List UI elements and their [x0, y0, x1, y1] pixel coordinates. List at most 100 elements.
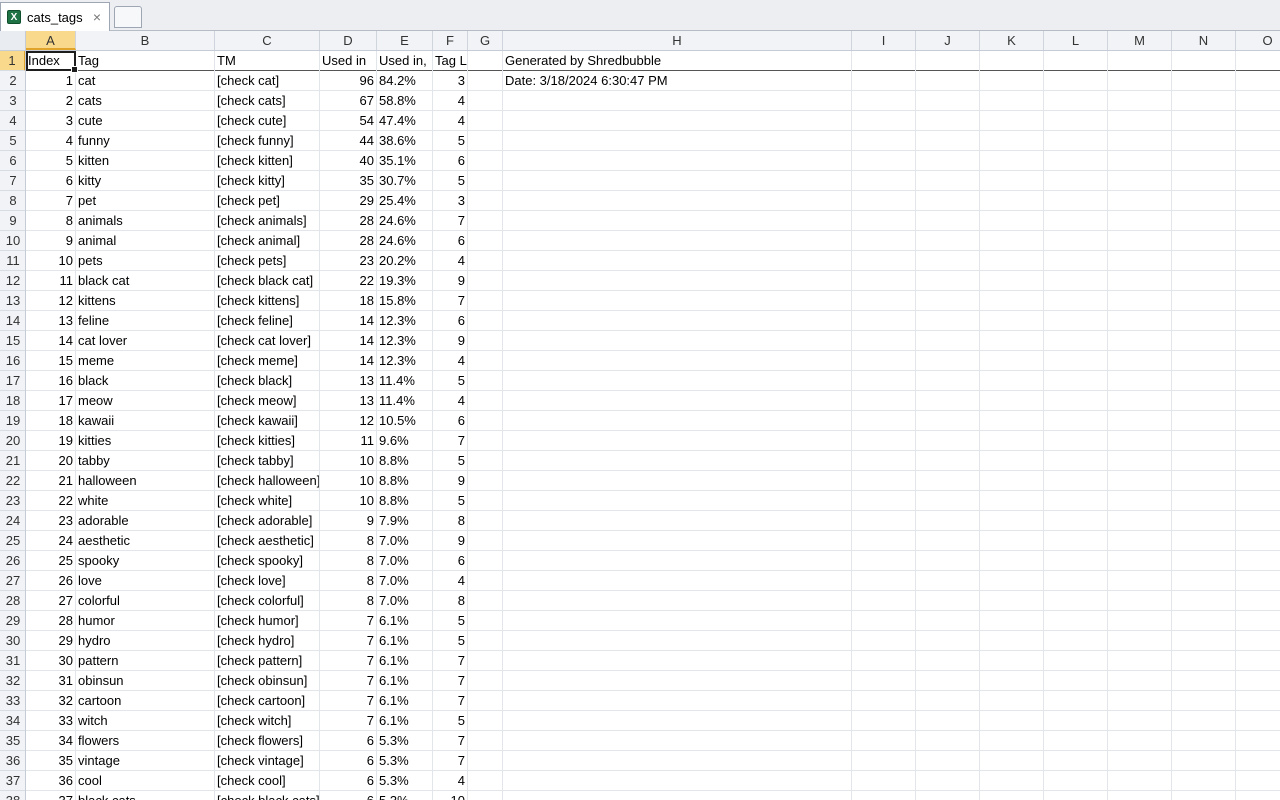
used-in-percent-cell[interactable]: 6.1%	[377, 711, 432, 730]
row-header[interactable]: 25	[0, 531, 25, 551]
column-header-h[interactable]: H	[503, 31, 852, 50]
date-cell[interactable]: Date: 3/18/2024 6:30:47 PM	[503, 71, 851, 90]
index-cell[interactable]: 8	[26, 211, 75, 230]
select-all-corner[interactable]	[0, 31, 26, 50]
tag-cell[interactable]: flowers	[76, 731, 214, 750]
row-header[interactable]: 5	[0, 131, 25, 151]
index-cell[interactable]: 14	[26, 331, 75, 350]
used-in-cell[interactable]: 14	[320, 351, 376, 370]
used-in-percent-cell[interactable]: 11.4%	[377, 371, 432, 390]
workbook-tab[interactable]: X cats_tags ×	[0, 2, 110, 31]
tag-length-cell[interactable]: 8	[433, 511, 467, 530]
index-cell[interactable]: 17	[26, 391, 75, 410]
tm-cell[interactable]: [check cool]	[215, 771, 319, 790]
tag-length-cell[interactable]: 8	[433, 591, 467, 610]
used-in-percent-cell[interactable]: 84.2%	[377, 71, 432, 90]
used-in-cell[interactable]: 13	[320, 371, 376, 390]
tag-cell[interactable]: animal	[76, 231, 214, 250]
tag-length-cell[interactable]: 5	[433, 611, 467, 630]
tag-length-cell[interactable]: 7	[433, 651, 467, 670]
tag-cell[interactable]: obinsun	[76, 671, 214, 690]
column-header-e[interactable]: E	[377, 31, 433, 50]
tag-cell[interactable]: tabby	[76, 451, 214, 470]
column-header-k[interactable]: K	[980, 31, 1044, 50]
column-header-i[interactable]: I	[852, 31, 916, 50]
tag-cell[interactable]: vintage	[76, 751, 214, 770]
tm-cell[interactable]: [check flowers]	[215, 731, 319, 750]
tm-cell[interactable]: [check black]	[215, 371, 319, 390]
used-in-percent-cell[interactable]: 6.1%	[377, 611, 432, 630]
header-used-in-cell[interactable]: Used in	[320, 51, 376, 70]
row-header[interactable]: 24	[0, 511, 25, 531]
tag-cell[interactable]: pattern	[76, 651, 214, 670]
tm-cell[interactable]: [check kittens]	[215, 291, 319, 310]
tag-cell[interactable]: spooky	[76, 551, 214, 570]
header-tm-cell[interactable]: TM	[215, 51, 319, 70]
used-in-percent-cell[interactable]: 19.3%	[377, 271, 432, 290]
tag-length-cell[interactable]: 7	[433, 751, 467, 770]
index-cell[interactable]: 9	[26, 231, 75, 250]
tag-length-cell[interactable]: 3	[433, 191, 467, 210]
used-in-cell[interactable]: 28	[320, 231, 376, 250]
column-header-l[interactable]: L	[1044, 31, 1108, 50]
index-cell[interactable]: 5	[26, 151, 75, 170]
tm-cell[interactable]: [check spooky]	[215, 551, 319, 570]
tm-cell[interactable]: [check aesthetic]	[215, 531, 319, 550]
tag-cell[interactable]: kitties	[76, 431, 214, 450]
used-in-cell[interactable]: 7	[320, 631, 376, 650]
tag-length-cell[interactable]: 9	[433, 471, 467, 490]
used-in-cell[interactable]: 14	[320, 331, 376, 350]
index-cell[interactable]: 27	[26, 591, 75, 610]
used-in-percent-cell[interactable]: 6.1%	[377, 671, 432, 690]
used-in-cell[interactable]: 12	[320, 411, 376, 430]
used-in-percent-cell[interactable]: 8.8%	[377, 471, 432, 490]
row-header[interactable]: 19	[0, 411, 25, 431]
column-header-n[interactable]: N	[1172, 31, 1236, 50]
header-index-cell[interactable]: Index	[26, 51, 75, 70]
header-used-in-percent-cell[interactable]: Used in,	[377, 51, 432, 70]
tag-length-cell[interactable]: 6	[433, 151, 467, 170]
tm-cell[interactable]: [check cartoon]	[215, 691, 319, 710]
used-in-cell[interactable]: 28	[320, 211, 376, 230]
tag-length-cell[interactable]: 6	[433, 311, 467, 330]
tag-length-cell[interactable]: 5	[433, 371, 467, 390]
row-header[interactable]: 21	[0, 451, 25, 471]
index-cell[interactable]: 25	[26, 551, 75, 570]
used-in-percent-cell[interactable]: 7.0%	[377, 551, 432, 570]
index-cell[interactable]: 3	[26, 111, 75, 130]
used-in-cell[interactable]: 67	[320, 91, 376, 110]
used-in-percent-cell[interactable]: 5.3%	[377, 751, 432, 770]
used-in-percent-cell[interactable]: 10.5%	[377, 411, 432, 430]
row-header[interactable]: 10	[0, 231, 25, 251]
used-in-percent-cell[interactable]: 8.8%	[377, 451, 432, 470]
tag-cell[interactable]: colorful	[76, 591, 214, 610]
used-in-cell[interactable]: 7	[320, 651, 376, 670]
tag-length-cell[interactable]: 3	[433, 71, 467, 90]
tm-cell[interactable]: [check kawaii]	[215, 411, 319, 430]
index-cell[interactable]: 32	[26, 691, 75, 710]
tag-cell[interactable]: cat lover	[76, 331, 214, 350]
tm-cell[interactable]: [check funny]	[215, 131, 319, 150]
used-in-cell[interactable]: 8	[320, 591, 376, 610]
index-cell[interactable]: 34	[26, 731, 75, 750]
row-header[interactable]: 6	[0, 151, 25, 171]
index-cell[interactable]: 29	[26, 631, 75, 650]
index-cell[interactable]: 21	[26, 471, 75, 490]
used-in-cell[interactable]: 6	[320, 751, 376, 770]
row-header[interactable]: 9	[0, 211, 25, 231]
tag-cell[interactable]: cat	[76, 71, 214, 90]
tm-cell[interactable]: [check pattern]	[215, 651, 319, 670]
tm-cell[interactable]: [check tabby]	[215, 451, 319, 470]
tag-cell[interactable]: witch	[76, 711, 214, 730]
tag-cell[interactable]: kitten	[76, 151, 214, 170]
column-header-m[interactable]: M	[1108, 31, 1172, 50]
tm-cell[interactable]: [check feline]	[215, 311, 319, 330]
row-header[interactable]: 31	[0, 651, 25, 671]
row-header[interactable]: 28	[0, 591, 25, 611]
row-header[interactable]: 11	[0, 251, 25, 271]
used-in-cell[interactable]: 7	[320, 671, 376, 690]
used-in-percent-cell[interactable]: 7.0%	[377, 531, 432, 550]
tm-cell[interactable]: [check animals]	[215, 211, 319, 230]
tag-length-cell[interactable]: 7	[433, 691, 467, 710]
tag-cell[interactable]: black cats	[76, 791, 214, 800]
